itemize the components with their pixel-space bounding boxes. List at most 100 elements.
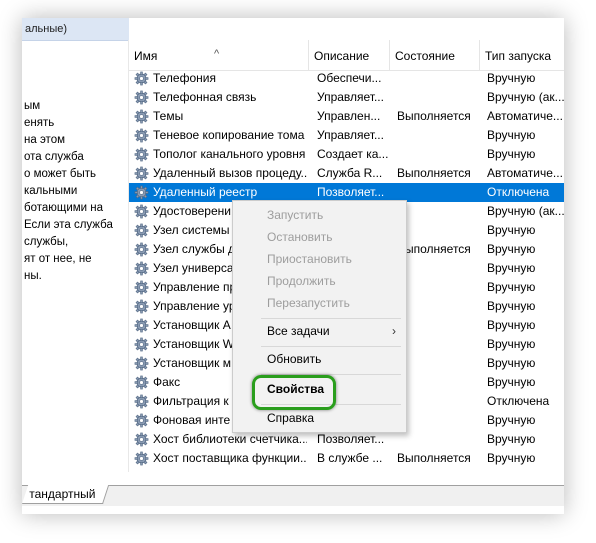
menu-item-restart-label: Перезапустить (267, 296, 350, 310)
service-state (397, 259, 481, 278)
table-row[interactable]: Телефония Обеспечи... Вручную (129, 69, 564, 88)
menu-item-pause[interactable]: Приостановить (233, 248, 406, 270)
menu-item-all-tasks-label: Все задачи (267, 324, 330, 338)
service-startup-type: Вручную (487, 451, 536, 465)
service-name: Темы (153, 109, 184, 123)
service-state (397, 335, 481, 354)
menu-item-restart[interactable]: Перезапустить (233, 292, 406, 314)
service-state (397, 411, 481, 430)
description-line: ят от нее, не (24, 253, 92, 265)
menu-item-help[interactable]: Справка (233, 407, 406, 429)
service-state (397, 316, 481, 335)
service-gear-icon (134, 356, 149, 371)
menu-item-start[interactable]: Запустить (233, 204, 406, 226)
service-gear-icon (134, 166, 149, 181)
service-startup-type: Отключена (487, 185, 550, 199)
service-startup-type: Вручную (487, 318, 536, 332)
service-state (397, 88, 481, 107)
table-row[interactable]: Телефонная связь Управляет... Вручную (ак.… (129, 88, 564, 107)
table-row[interactable]: Хост поставщика функции... В службе ... Вы… (129, 449, 564, 468)
service-gear-icon (134, 185, 149, 200)
service-startup-type: Вручную (487, 71, 536, 85)
tab-standard[interactable]: тандартный (22, 485, 110, 504)
service-state (397, 183, 481, 202)
view-tabs: тандартный (22, 485, 564, 506)
service-startup-type: Автоматиче... (487, 109, 563, 123)
menu-item-all-tasks[interactable]: Все задачи › (233, 320, 406, 342)
description-line: ота служба (24, 151, 84, 163)
service-startup-type: Вручную (487, 432, 536, 446)
service-gear-icon (134, 280, 149, 295)
service-startup-type: Вручную (487, 337, 536, 351)
service-state (397, 69, 481, 88)
menu-item-refresh[interactable]: Обновить (233, 348, 406, 370)
column-header-startup[interactable]: Тип запуска (480, 40, 564, 70)
column-header-startup-label: Тип запуска (485, 49, 552, 63)
list-header: Имя ^ Описание Состояние Тип запуска (129, 40, 564, 71)
service-gear-icon (134, 242, 149, 257)
description-text: ым енять на этом ота служба о может быть… (24, 98, 129, 285)
service-state: Выполняется (397, 451, 471, 465)
service-state (397, 145, 481, 164)
column-header-name-label: Имя (134, 49, 158, 63)
description-pane: альные) ым енять на этом ота служба о мо… (22, 18, 129, 485)
service-gear-icon (134, 451, 149, 466)
service-gear-icon (134, 261, 149, 276)
service-startup-type: Вручную (487, 280, 536, 294)
service-gear-icon (134, 147, 149, 162)
menu-item-help-label: Справка (267, 411, 315, 425)
service-name: Тополог канального уровня (153, 147, 306, 161)
service-startup-type: Отключена (487, 394, 550, 408)
description-header: альные) (22, 18, 129, 41)
column-header-description[interactable]: Описание (309, 40, 390, 70)
service-description: Управляет... (317, 128, 384, 142)
service-startup-type: Вручную (487, 128, 536, 142)
service-state (397, 126, 481, 145)
tab-standard-label: тандартный (29, 487, 96, 501)
service-startup-type: Вручную (ак... (487, 204, 564, 218)
service-description: Обеспечи... (317, 71, 382, 85)
submenu-arrow-icon: › (392, 324, 396, 338)
service-description: Управляет... (317, 90, 384, 104)
service-gear-icon (134, 204, 149, 219)
column-header-name[interactable]: Имя ^ (129, 40, 309, 70)
service-state (397, 354, 481, 373)
service-name: Телефонная связь (153, 90, 257, 104)
service-gear-icon (134, 432, 149, 447)
service-startup-type: Вручную (ак... (487, 90, 564, 104)
menu-item-stop[interactable]: Остановить (233, 226, 406, 248)
service-gear-icon (134, 375, 149, 390)
menu-item-resume-label: Продолжить (267, 274, 336, 288)
menu-separator (261, 318, 401, 319)
table-row[interactable]: Теневое копирование тома Управляет... Вруч… (129, 126, 564, 145)
column-header-state[interactable]: Состояние (390, 40, 480, 70)
service-gear-icon (134, 109, 149, 124)
service-description: Служба R... (317, 166, 383, 180)
service-gear-icon (134, 337, 149, 352)
service-state (397, 221, 481, 240)
table-row[interactable]: Удаленный вызов процеду... Служба R... Вып… (129, 164, 564, 183)
service-description: В службе ... (317, 451, 383, 465)
service-description: Управлен... (317, 109, 381, 123)
menu-item-pause-label: Приостановить (267, 252, 352, 266)
service-state: Выполняется (397, 242, 471, 256)
service-gear-icon (134, 128, 149, 143)
service-gear-icon (134, 413, 149, 428)
description-line: на этом (24, 134, 65, 146)
service-name: Телефония (153, 71, 216, 85)
service-startup-type: Вручную (487, 413, 536, 427)
column-header-state-label: Состояние (395, 49, 455, 63)
column-header-description-label: Описание (314, 49, 370, 63)
menu-item-resume[interactable]: Продолжить (233, 270, 406, 292)
table-row[interactable]: Темы Управлен... Выполняется Автоматиче... (129, 107, 564, 126)
service-gear-icon (134, 394, 149, 409)
service-state: Выполняется (397, 166, 471, 180)
service-name: Удаленный вызов процеду... (153, 166, 307, 180)
description-line: службы, (24, 236, 69, 248)
service-startup-type: Вручную (487, 261, 536, 275)
table-row[interactable]: Тополог канального уровня Создает ка... Вр… (129, 145, 564, 164)
description-header-text: альные) (25, 23, 68, 35)
menu-item-start-label: Запустить (267, 208, 324, 222)
service-state (397, 278, 481, 297)
service-state: Выполняется (397, 109, 471, 123)
